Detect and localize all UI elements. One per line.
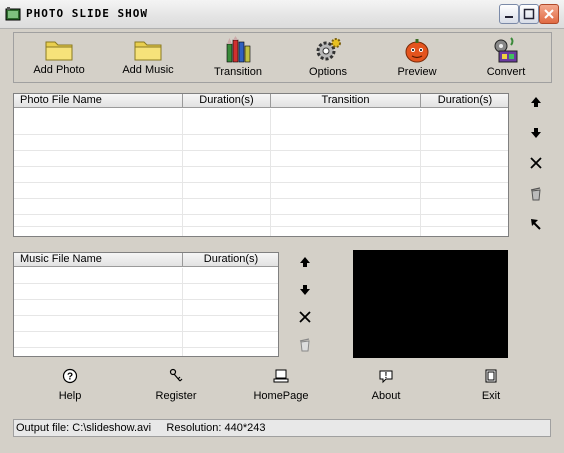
music-move-down-button[interactable] <box>297 282 313 298</box>
table-row-line <box>14 182 508 183</box>
register-key-icon <box>169 368 183 382</box>
close-button[interactable] <box>539 4 559 24</box>
photo-move-up-button[interactable] <box>528 94 544 110</box>
photo-move-down-button[interactable] <box>528 125 544 141</box>
minimize-button[interactable] <box>499 4 519 24</box>
preview-button[interactable]: Preview <box>377 36 457 81</box>
svg-text:?: ? <box>67 372 73 383</box>
table-row-line <box>14 315 278 316</box>
add-music-button[interactable]: Add Music <box>108 36 188 81</box>
computer-icon <box>273 369 289 383</box>
transition-button[interactable]: Transition <box>198 36 278 81</box>
table-row-line <box>14 166 508 167</box>
photo-move-top-button[interactable] <box>528 216 544 232</box>
folder-icon <box>134 41 162 61</box>
photo-list-table[interactable]: Photo File Name Duration(s) Transition D… <box>13 93 509 237</box>
title-bar: PHOTO SLIDE SHOW <box>0 0 564 29</box>
exit-door-icon <box>485 369 497 383</box>
table-row-line <box>14 198 508 199</box>
app-icon <box>5 7 21 21</box>
table-header: Photo File Name Duration(s) Transition D… <box>14 94 508 108</box>
help-icon: ? <box>62 368 78 384</box>
table-row-line <box>14 150 508 151</box>
main-window: PHOTO SLIDE SHOW Add Photo Add Music Tra… <box>0 0 564 453</box>
about-speech-icon: ! <box>379 370 393 384</box>
table-row-line <box>14 299 278 300</box>
music-delete-button[interactable] <box>297 309 313 325</box>
column-divider <box>182 109 183 236</box>
status-bar: Output file: C:\slideshow.avi Resolution… <box>13 419 551 437</box>
column-divider <box>420 109 421 236</box>
preview-pane <box>353 250 508 358</box>
column-header-music-file-name[interactable]: Music File Name <box>14 253 183 267</box>
homepage-button[interactable]: HomePage <box>249 368 313 406</box>
column-header-transition-duration[interactable]: Duration(s) <box>421 94 508 108</box>
minimize-icon <box>505 16 513 18</box>
arrow-down-icon <box>531 128 541 138</box>
music-move-up-button[interactable] <box>297 254 313 270</box>
svg-text:!: ! <box>385 371 388 380</box>
trash-icon <box>299 338 310 352</box>
folder-icon <box>45 41 73 61</box>
toolbar: Add Photo Add Music Transition Options P… <box>13 32 552 83</box>
maximize-icon <box>523 8 535 20</box>
status-text: Output file: C:\slideshow.avi Resolution… <box>16 422 266 434</box>
photo-clear-button[interactable] <box>528 186 544 202</box>
column-header-transition[interactable]: Transition <box>271 94 421 108</box>
table-row-line <box>14 283 278 284</box>
table-row-line <box>14 331 278 332</box>
arrow-up-icon <box>300 257 310 267</box>
options-button[interactable]: Options <box>288 36 368 81</box>
convert-button[interactable]: Convert <box>466 36 546 81</box>
music-list-table[interactable]: Music File Name Duration(s) <box>13 252 279 357</box>
trash-icon <box>530 187 541 201</box>
arrow-up-icon <box>531 97 541 107</box>
delete-x-icon <box>299 311 311 323</box>
column-header-photo-file-name[interactable]: Photo File Name <box>14 94 183 108</box>
column-header-music-duration[interactable]: Duration(s) <box>183 253 278 267</box>
arrow-up-left-icon <box>531 219 541 230</box>
maximize-button[interactable] <box>519 4 539 24</box>
music-clear-button[interactable] <box>297 337 313 353</box>
add-photo-button[interactable]: Add Photo <box>19 36 99 81</box>
close-icon <box>544 9 554 19</box>
column-divider <box>182 268 183 356</box>
table-row-line <box>14 226 508 227</box>
column-header-duration[interactable]: Duration(s) <box>183 94 271 108</box>
pencils-icon <box>226 36 251 63</box>
window-title: PHOTO SLIDE SHOW <box>26 7 148 20</box>
table-header: Music File Name Duration(s) <box>14 253 278 267</box>
pumpkin-icon <box>405 39 429 63</box>
film-reel-icon <box>494 37 518 63</box>
table-row-line <box>14 214 508 215</box>
photo-delete-button[interactable] <box>528 155 544 171</box>
column-divider <box>270 109 271 236</box>
table-row-line <box>14 134 508 135</box>
delete-x-icon <box>530 157 542 169</box>
register-button[interactable]: Register <box>144 368 208 406</box>
help-button[interactable]: ? Help <box>38 368 102 406</box>
exit-button[interactable]: Exit <box>459 368 523 406</box>
table-row-line <box>14 347 278 348</box>
about-button[interactable]: ! About <box>354 368 418 406</box>
gear-icon <box>316 38 341 61</box>
arrow-down-icon <box>300 285 310 295</box>
